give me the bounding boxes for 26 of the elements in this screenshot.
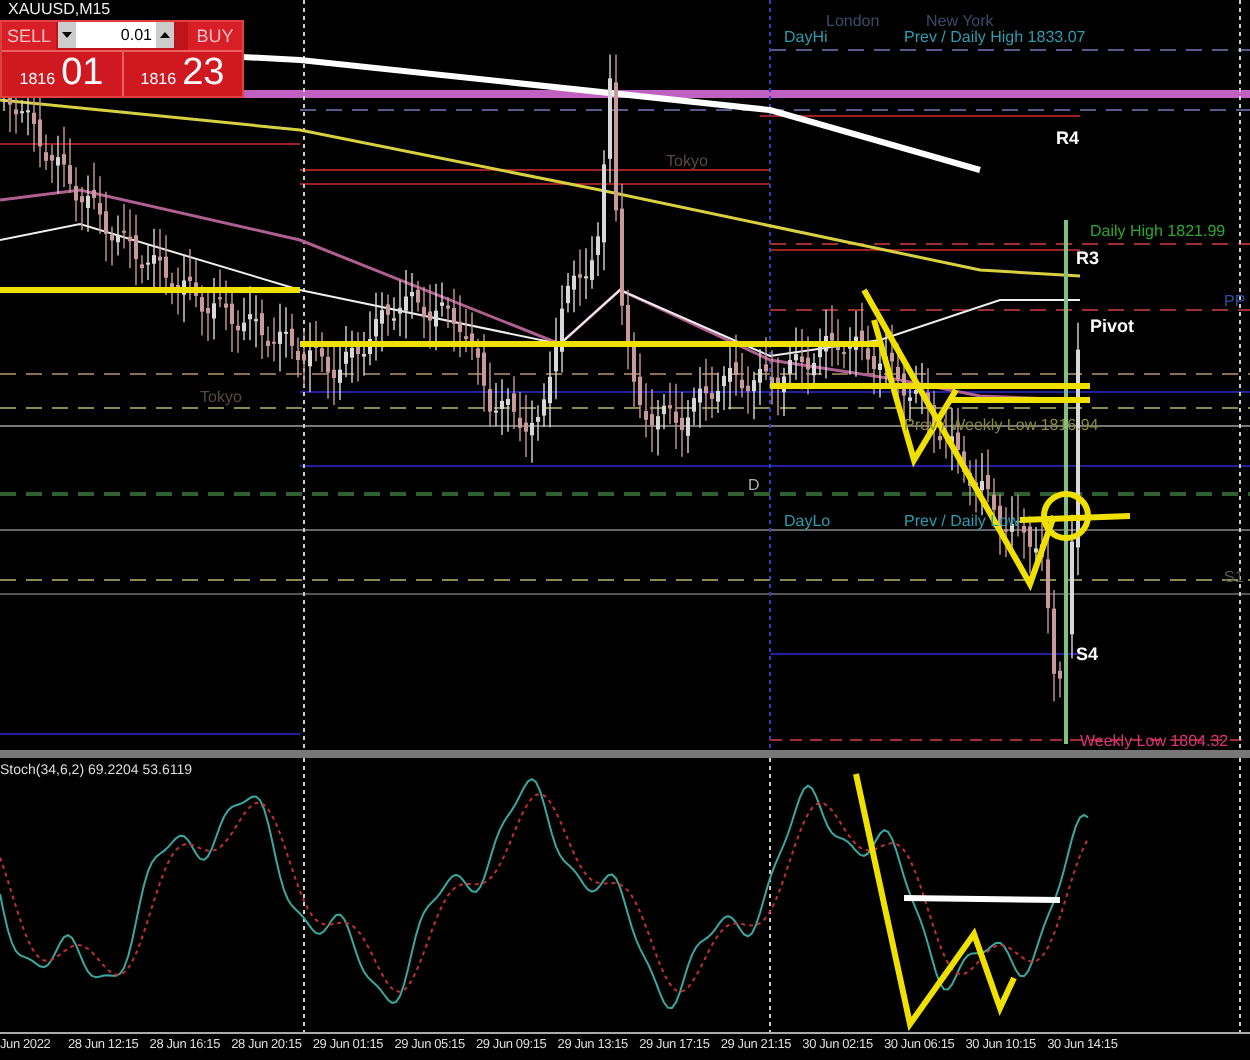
circle-marker (1041, 491, 1091, 541)
chart-label: PP (1224, 292, 1246, 310)
chart-label: R3 (1076, 248, 1100, 268)
chart-label: Pivot (1090, 316, 1135, 336)
chart-label: R4 (1056, 128, 1080, 148)
chart-title: XAUUSD,M15 (8, 0, 111, 18)
sell-price-pips: 01 (61, 52, 104, 96)
buy-button[interactable]: BUY (188, 22, 242, 50)
horizontal-trendline (1019, 513, 1131, 523)
buy-price-pips: 23 (182, 52, 225, 96)
chart-label: Prev / Daily High 1833.07 (904, 28, 1086, 46)
chart-label: Tokyo (666, 152, 708, 170)
chart-label: DayHi (784, 28, 828, 46)
chart-label: D (748, 476, 760, 494)
horizontal-trendline (950, 397, 1090, 403)
chart-label: DayLo (784, 512, 831, 530)
chart-label: S4 (1076, 644, 1099, 664)
buy-price-prefix: 1816 (140, 70, 177, 88)
chart-label: New York (926, 12, 994, 30)
lot-size-field[interactable]: 0.01 (58, 22, 174, 48)
sell-price-prefix: 1816 (19, 70, 56, 88)
chart-label: Daily High 1821.99 (1090, 222, 1226, 240)
chart-label: Tokyo (200, 388, 242, 406)
chart-label: Prev / Daily Low (904, 512, 1020, 530)
sell-button[interactable]: SELL (2, 22, 56, 50)
chart-label: London (826, 12, 880, 30)
